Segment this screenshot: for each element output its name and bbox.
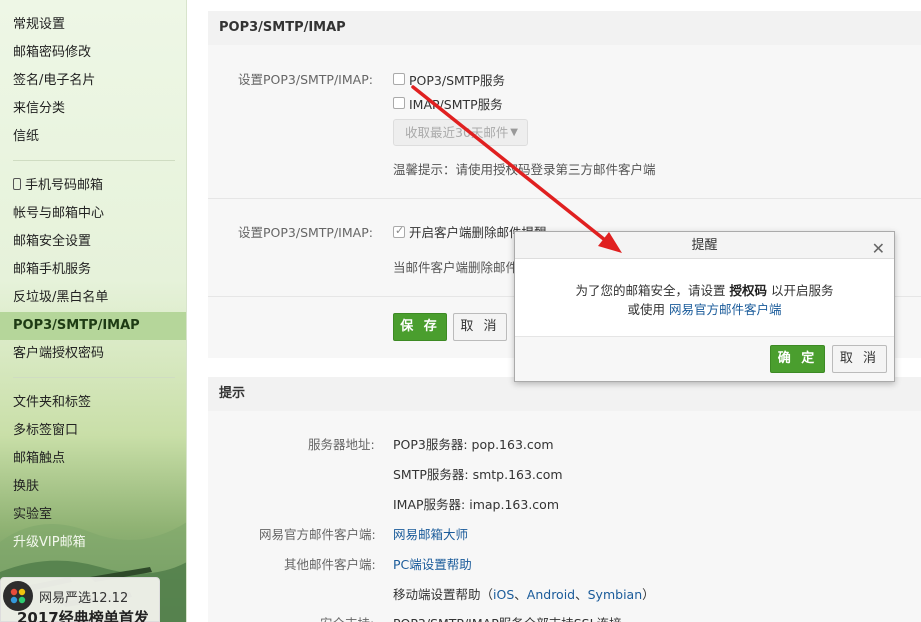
mobile-setup-help: 移动端设置帮助（iOS、Android、Symbian）	[393, 584, 655, 603]
pop3-setting-label: 设置POP3/SMTP/IMAP:	[238, 72, 373, 87]
sidebar-item-mobile-service[interactable]: 邮箱手机服务	[13, 262, 91, 278]
security-support-label: 安全支持:	[320, 613, 374, 622]
reminder-dialog: 提醒 ✕ 为了您的邮箱安全，请设置 授权码 以开启服务 或使用 网易官方邮件客户…	[514, 231, 895, 382]
official-client-link[interactable]: 网易官方邮件客户端	[669, 302, 782, 317]
sidebar-item-filters[interactable]: 来信分类	[13, 101, 65, 117]
dialog-message: 为了您的邮箱安全，请设置 授权码 以开启服务	[515, 280, 894, 299]
settings-sidebar: 常规设置 邮箱密码修改 签名/电子名片 来信分类 信纸 手机号码邮箱 帐号与邮箱…	[0, 0, 187, 622]
save-button[interactable]: 保 存	[393, 313, 447, 341]
fetch-range-value: 收取最近30天邮件	[405, 125, 509, 140]
auth-code-tip: 温馨提示：请使用授权码登录第三方邮件客户端	[393, 162, 656, 177]
cancel-button[interactable]: 取 消	[453, 313, 507, 341]
delete-description: 当邮件客户端删除邮件	[393, 260, 519, 275]
separator: 、	[575, 587, 588, 602]
message-text: 或使用	[627, 302, 669, 317]
security-support-value: POP3/SMTP/IMAP服务全部支持SSL连接	[393, 613, 622, 622]
pop3-service-checkbox[interactable]	[393, 73, 405, 85]
close-icon[interactable]: ✕	[872, 235, 885, 262]
sidebar-divider	[13, 377, 175, 378]
sidebar-item-antispam[interactable]: 反垃圾/黑白名单	[13, 290, 108, 306]
sidebar-item-pop3-smtp-imap[interactable]: POP3/SMTP/IMAP	[0, 312, 186, 340]
promo-title: 网易严选12.12	[39, 591, 129, 606]
sidebar-item-touchpoints[interactable]: 邮箱触点	[13, 451, 65, 467]
sidebar-item-client-auth-code[interactable]: 客户端授权密码	[13, 346, 104, 362]
dialog-message-alt: 或使用 网易官方邮件客户端	[515, 299, 894, 318]
sidebar-item-phone-mailbox[interactable]: 手机号码邮箱	[13, 178, 103, 194]
sidebar-item-folders-tags[interactable]: 文件夹和标签	[13, 395, 91, 411]
dialog-header: 提醒 ✕	[515, 232, 894, 259]
sidebar-item-skins[interactable]: 换肤	[13, 479, 39, 495]
server-address-label: 服务器地址:	[308, 437, 375, 452]
sidebar-item-lab[interactable]: 实验室	[13, 507, 52, 523]
ios-help-link[interactable]: iOS	[493, 587, 514, 602]
message-text: 以开启服务	[767, 283, 834, 298]
pop3-server-value: POP3服务器: pop.163.com	[393, 437, 554, 452]
pop3-service-label[interactable]: POP3/SMTP服务	[409, 70, 505, 89]
imap-server-value: IMAP服务器: imap.163.com	[393, 497, 559, 512]
section-title-pop3: POP3/SMTP/IMAP	[208, 11, 921, 45]
imap-service-checkbox[interactable]	[393, 97, 405, 109]
mobile-phone-icon	[13, 178, 21, 190]
android-help-link[interactable]: Android	[527, 587, 575, 602]
section-title-tips: 提示	[208, 377, 921, 411]
sidebar-item-security[interactable]: 邮箱安全设置	[13, 234, 91, 250]
pc-setup-help-link[interactable]: PC端设置帮助	[393, 554, 472, 573]
dialog-title: 提醒	[691, 238, 718, 253]
mobile-help-prefix: 移动端设置帮助（	[393, 587, 494, 602]
imap-service-label[interactable]: IMAP/SMTP服务	[409, 94, 503, 113]
sidebar-item-label: 手机号码邮箱	[25, 178, 104, 193]
fetch-range-select[interactable]: 收取最近30天邮件 ▼	[393, 119, 528, 146]
delete-reminder-checkbox[interactable]	[393, 224, 405, 238]
confirm-button[interactable]: 确 定	[770, 345, 825, 373]
sidebar-divider	[13, 160, 175, 161]
smtp-server-value: SMTP服务器: smtp.163.com	[393, 467, 563, 482]
official-client-label: 网易官方邮件客户端:	[259, 527, 376, 542]
mail-master-link[interactable]: 网易邮箱大师	[393, 524, 468, 543]
dialog-footer: 确 定 取 消	[515, 336, 894, 381]
sidebar-item-password[interactable]: 邮箱密码修改	[13, 45, 91, 61]
mobile-help-suffix: ）	[642, 587, 655, 602]
separator: 、	[514, 587, 527, 602]
sidebar-item-account-center[interactable]: 帐号与邮箱中心	[13, 206, 104, 222]
promo-subtitle: 2017经典榜单首发	[17, 609, 149, 622]
promo-banner[interactable]: 网易严选12.12 2017经典榜单首发	[0, 577, 160, 622]
delete-setting-label: 设置POP3/SMTP/IMAP:	[238, 225, 373, 240]
message-text: 为了您的邮箱安全，请设置	[575, 283, 730, 298]
other-client-label: 其他邮件客户端:	[284, 557, 376, 572]
chevron-down-icon: ▼	[510, 127, 518, 138]
sidebar-item-stationery[interactable]: 信纸	[13, 129, 39, 145]
section-divider	[208, 198, 921, 199]
sidebar-item-upgrade-vip[interactable]: 升级VIP邮箱	[13, 535, 86, 551]
sidebar-item-general[interactable]: 常规设置	[13, 17, 65, 33]
sidebar-item-signature[interactable]: 签名/电子名片	[13, 73, 95, 89]
auth-code-link[interactable]: 授权码	[729, 283, 767, 298]
dialog-cancel-button[interactable]: 取 消	[832, 345, 887, 373]
symbian-help-link[interactable]: Symbian	[588, 587, 643, 602]
sidebar-item-multi-tab[interactable]: 多标签窗口	[13, 423, 78, 439]
